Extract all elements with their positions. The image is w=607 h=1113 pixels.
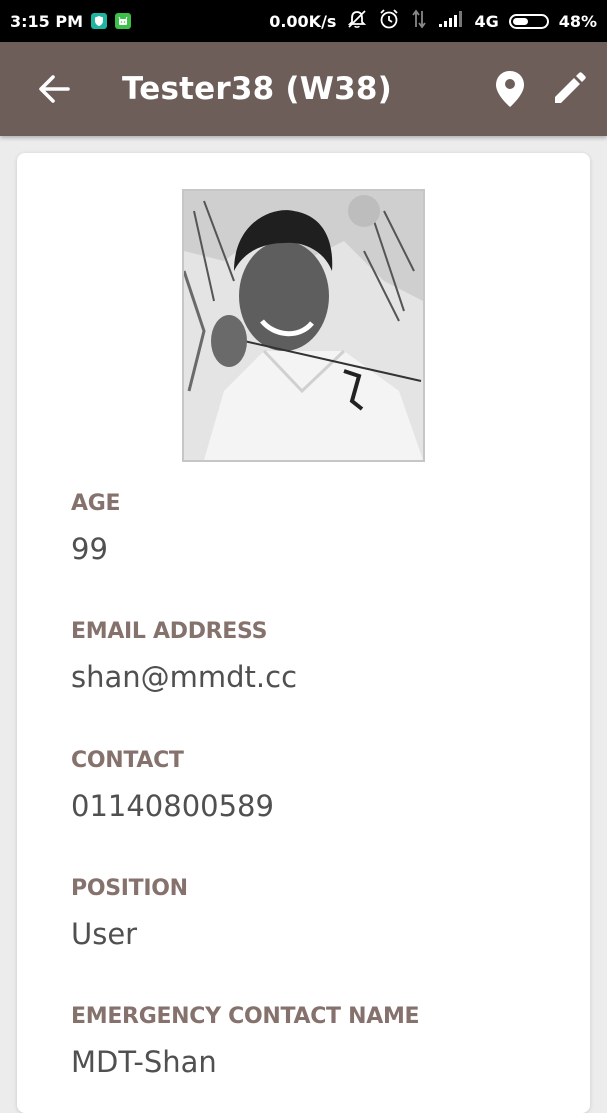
map-pin-icon: [496, 71, 524, 107]
network-speed: 0.00K/s: [269, 11, 337, 31]
status-time: 3:15 PM: [10, 11, 84, 31]
field-value: shan@mmdt.cc: [71, 660, 298, 694]
edit-button[interactable]: [550, 70, 588, 108]
field-email: EMAIL ADDRESS shan@mmdt.cc: [71, 619, 297, 694]
data-transfer-icon: [410, 9, 428, 33]
field-label: EMERGENCY CONTACT NAME: [71, 1004, 420, 1029]
field-value: 01140800589: [71, 789, 274, 823]
profile-photo: [182, 189, 425, 462]
field-age: AGE 99: [71, 491, 121, 566]
battery-icon: [508, 13, 549, 29]
silent-bell-icon: [346, 9, 368, 33]
battery-percent: 48%: [558, 11, 597, 31]
page-title: Tester38 (W38): [122, 71, 393, 107]
android-notification-icon: [115, 13, 132, 29]
field-label: EMAIL ADDRESS: [71, 619, 268, 644]
vpn-shield-icon: [91, 13, 108, 29]
app-bar: Tester38 (W38): [0, 42, 607, 136]
back-button[interactable]: [34, 71, 74, 107]
pencil-icon: [555, 72, 586, 103]
field-value: User: [71, 917, 138, 951]
field-value: 99: [71, 532, 108, 566]
location-button[interactable]: [492, 69, 528, 109]
field-label: AGE: [71, 491, 121, 516]
signal-strength-icon: [438, 10, 464, 32]
profile-card: AGE 99 EMAIL ADDRESS shan@mmdt.cc CONTAC…: [17, 153, 590, 1113]
field-label: POSITION: [71, 876, 188, 901]
field-label: CONTACT: [71, 748, 184, 773]
field-emergency-contact-name: EMERGENCY CONTACT NAME MDT-Shan: [71, 1004, 420, 1079]
status-bar: 3:15 PM 0.00K/s 4G 48%: [0, 0, 607, 42]
alarm-clock-icon: [378, 8, 400, 34]
field-contact: CONTACT 01140800589: [71, 748, 274, 823]
field-position: POSITION User: [71, 876, 188, 951]
field-value: MDT-Shan: [71, 1045, 217, 1079]
network-type: 4G: [474, 11, 499, 31]
arrow-left-icon: [39, 75, 70, 103]
